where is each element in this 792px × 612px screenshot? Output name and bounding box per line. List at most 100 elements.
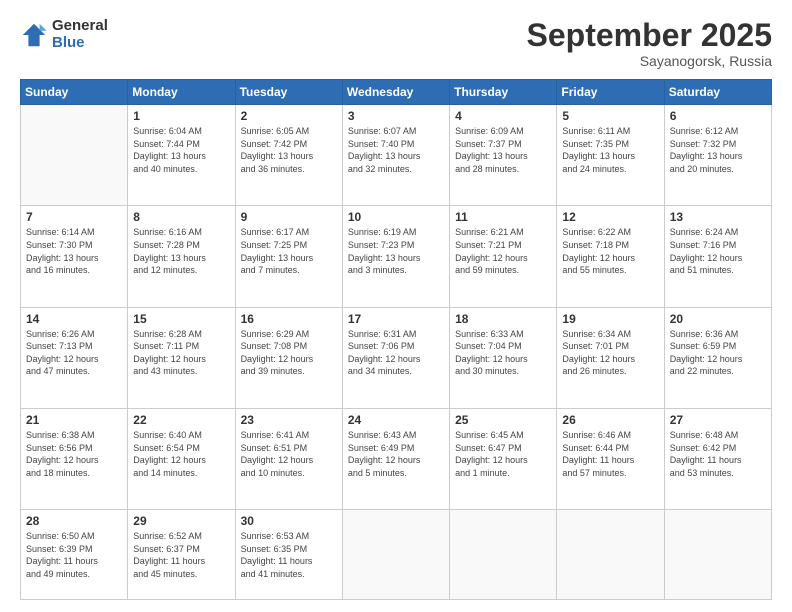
day-info: Sunrise: 6:28 AMSunset: 7:11 PMDaylight:… [133,328,229,378]
table-row [664,510,771,600]
day-number: 10 [348,210,444,224]
day-number: 19 [562,312,658,326]
day-info: Sunrise: 6:12 AMSunset: 7:32 PMDaylight:… [670,125,766,175]
table-row: 5 Sunrise: 6:11 AMSunset: 7:35 PMDaylight… [557,105,664,206]
day-info: Sunrise: 6:41 AMSunset: 6:51 PMDaylight:… [241,429,337,479]
title-month: September 2025 [527,18,772,53]
table-row [450,510,557,600]
table-row: 27Sunrise: 6:48 AMSunset: 6:42 PMDayligh… [664,408,771,509]
table-row: 9 Sunrise: 6:17 AMSunset: 7:25 PMDaylight… [235,206,342,307]
col-sunday: Sunday [21,80,128,105]
day-number: 1 [133,109,229,123]
table-row: 3 Sunrise: 6:07 AMSunset: 7:40 PMDaylight… [342,105,449,206]
day-info: Sunrise: 6:50 AMSunset: 6:39 PMDaylight:… [26,530,122,580]
table-row: 23 Sunrise: 6:41 AMSunset: 6:51 PMDayligh… [235,408,342,509]
day-info: Sunrise: 6:52 AMSunset: 6:37 PMDaylight:… [133,530,229,580]
table-row: 12 Sunrise: 6:22 AMSunset: 7:18 PMDayligh… [557,206,664,307]
day-number: 17 [348,312,444,326]
day-info: Sunrise: 6:31 AMSunset: 7:06 PMDaylight:… [348,328,444,378]
day-info: Sunrise: 6:34 AMSunset: 7:01 PMDaylight:… [562,328,658,378]
day-info: Sunrise: 6:14 AMSunset: 7:30 PMDaylight:… [26,226,122,276]
day-number: 21 [26,413,122,427]
day-number: 11 [455,210,551,224]
col-thursday: Thursday [450,80,557,105]
day-number: 13 [670,210,766,224]
table-row: 15 Sunrise: 6:28 AMSunset: 7:11 PMDayligh… [128,307,235,408]
day-info: Sunrise: 6:07 AMSunset: 7:40 PMDaylight:… [348,125,444,175]
logo-blue-text: Blue [52,35,108,52]
table-row: 30Sunrise: 6:53 AMSunset: 6:35 PMDayligh… [235,510,342,600]
table-row: 11Sunrise: 6:21 AMSunset: 7:21 PMDayligh… [450,206,557,307]
day-number: 24 [348,413,444,427]
col-friday: Friday [557,80,664,105]
day-number: 18 [455,312,551,326]
table-row: 2 Sunrise: 6:05 AMSunset: 7:42 PMDaylight… [235,105,342,206]
table-row: 7 Sunrise: 6:14 AMSunset: 7:30 PMDaylight… [21,206,128,307]
day-number: 2 [241,109,337,123]
table-row: 29 Sunrise: 6:52 AMSunset: 6:37 PMDayligh… [128,510,235,600]
day-number: 16 [241,312,337,326]
day-info: Sunrise: 6:11 AMSunset: 7:35 PMDaylight:… [562,125,658,175]
day-info: Sunrise: 6:24 AMSunset: 7:16 PMDaylight:… [670,226,766,276]
day-number: 14 [26,312,122,326]
day-info: Sunrise: 6:05 AMSunset: 7:42 PMDaylight:… [241,125,337,175]
day-info: Sunrise: 6:19 AMSunset: 7:23 PMDaylight:… [348,226,444,276]
day-number: 25 [455,413,551,427]
day-number: 27 [670,413,766,427]
day-number: 4 [455,109,551,123]
title-location: Sayanogorsk, Russia [527,53,772,69]
table-row: 17 Sunrise: 6:31 AMSunset: 7:06 PMDayligh… [342,307,449,408]
day-info: Sunrise: 6:16 AMSunset: 7:28 PMDaylight:… [133,226,229,276]
table-row: 21 Sunrise: 6:38 AMSunset: 6:56 PMDayligh… [21,408,128,509]
table-row: 4 Sunrise: 6:09 AMSunset: 7:37 PMDaylight… [450,105,557,206]
day-info: Sunrise: 6:17 AMSunset: 7:25 PMDaylight:… [241,226,337,276]
day-number: 28 [26,514,122,528]
day-number: 15 [133,312,229,326]
logo: General Blue [20,18,108,51]
day-number: 22 [133,413,229,427]
table-row: 28 Sunrise: 6:50 AMSunset: 6:39 PMDayligh… [21,510,128,600]
table-row: 22 Sunrise: 6:40 AMSunset: 6:54 PMDayligh… [128,408,235,509]
table-row: 18 Sunrise: 6:33 AMSunset: 7:04 PMDayligh… [450,307,557,408]
day-number: 12 [562,210,658,224]
table-row: 8 Sunrise: 6:16 AMSunset: 7:28 PMDaylight… [128,206,235,307]
day-info: Sunrise: 6:04 AMSunset: 7:44 PMDaylight:… [133,125,229,175]
table-row: 14Sunrise: 6:26 AMSunset: 7:13 PMDayligh… [21,307,128,408]
table-row [342,510,449,600]
day-info: Sunrise: 6:22 AMSunset: 7:18 PMDaylight:… [562,226,658,276]
day-number: 8 [133,210,229,224]
day-info: Sunrise: 6:40 AMSunset: 6:54 PMDaylight:… [133,429,229,479]
header: General Blue September 2025 Sayanogorsk,… [20,18,772,69]
calendar-table: Sunday Monday Tuesday Wednesday Thursday… [20,79,772,600]
day-info: Sunrise: 6:33 AMSunset: 7:04 PMDaylight:… [455,328,551,378]
table-row: 26 Sunrise: 6:46 AMSunset: 6:44 PMDayligh… [557,408,664,509]
day-info: Sunrise: 6:46 AMSunset: 6:44 PMDaylight:… [562,429,658,479]
day-number: 7 [26,210,122,224]
table-row: 10 Sunrise: 6:19 AMSunset: 7:23 PMDayligh… [342,206,449,307]
col-saturday: Saturday [664,80,771,105]
day-number: 29 [133,514,229,528]
day-info: Sunrise: 6:09 AMSunset: 7:37 PMDaylight:… [455,125,551,175]
day-number: 3 [348,109,444,123]
day-number: 23 [241,413,337,427]
calendar-header-row: Sunday Monday Tuesday Wednesday Thursday… [21,80,772,105]
day-number: 26 [562,413,658,427]
day-number: 5 [562,109,658,123]
table-row: 13 Sunrise: 6:24 AMSunset: 7:16 PMDayligh… [664,206,771,307]
table-row: 19 Sunrise: 6:34 AMSunset: 7:01 PMDayligh… [557,307,664,408]
table-row: 6Sunrise: 6:12 AMSunset: 7:32 PMDaylight… [664,105,771,206]
table-row [21,105,128,206]
logo-icon [20,21,48,49]
day-info: Sunrise: 6:45 AMSunset: 6:47 PMDaylight:… [455,429,551,479]
day-number: 9 [241,210,337,224]
logo-text: General Blue [52,18,108,51]
col-tuesday: Tuesday [235,80,342,105]
day-info: Sunrise: 6:38 AMSunset: 6:56 PMDaylight:… [26,429,122,479]
col-monday: Monday [128,80,235,105]
table-row [557,510,664,600]
title-block: September 2025 Sayanogorsk, Russia [527,18,772,69]
day-info: Sunrise: 6:36 AMSunset: 6:59 PMDaylight:… [670,328,766,378]
table-row: 1 Sunrise: 6:04 AMSunset: 7:44 PMDaylight… [128,105,235,206]
day-number: 30 [241,514,337,528]
day-info: Sunrise: 6:29 AMSunset: 7:08 PMDaylight:… [241,328,337,378]
